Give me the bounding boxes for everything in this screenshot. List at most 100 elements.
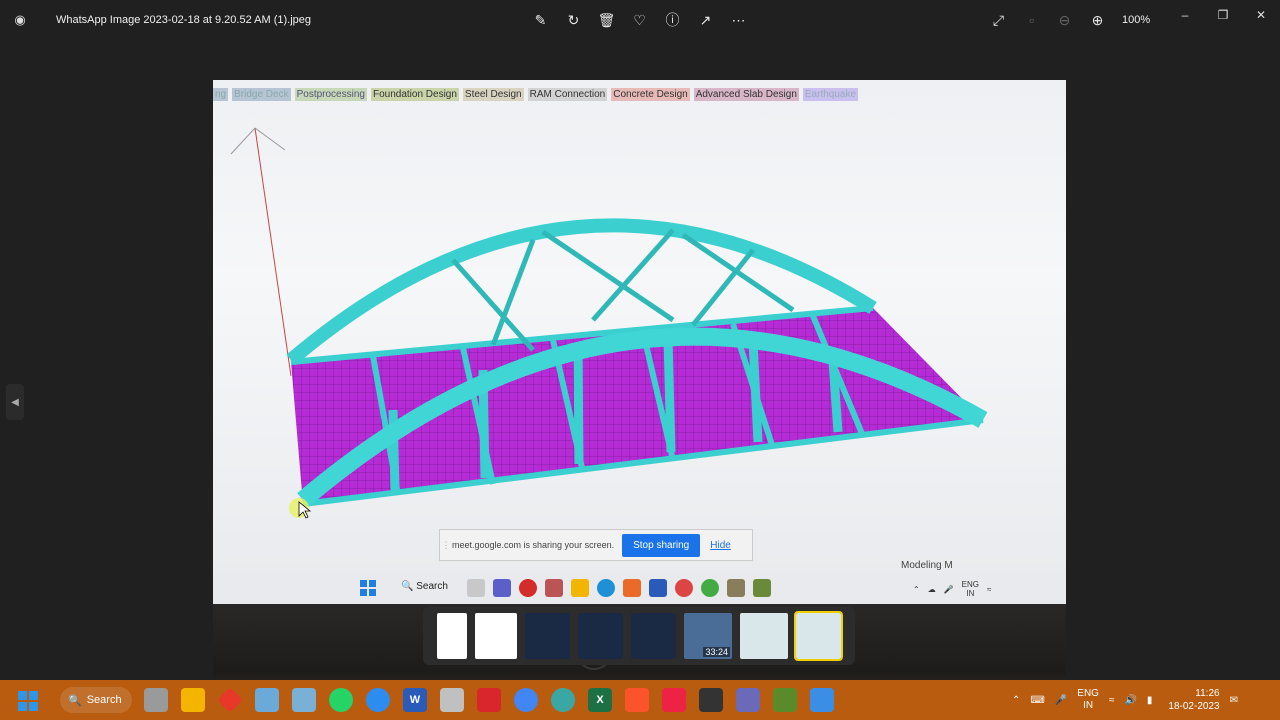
whatsapp-icon[interactable]: [329, 688, 353, 712]
laptop-taskbar-apps: [467, 579, 771, 597]
app-icon: [727, 579, 745, 597]
brave-icon[interactable]: [625, 688, 649, 712]
image-viewer: ◀ ng Bridge Deck Postprocessing Foundati…: [0, 40, 1280, 718]
app-icon[interactable]: [662, 688, 686, 712]
mic-icon: 🎤: [943, 584, 954, 594]
thumbnail[interactable]: [525, 613, 570, 659]
chrome-icon: [701, 579, 719, 597]
search-icon: 🔍: [68, 694, 82, 707]
windows-start-icon: [360, 580, 376, 596]
lang-bottom: IN: [1083, 700, 1094, 711]
windows-taskbar: 🔍 Search W X ⌃ ⌨ 🎤 ENG IN ≈ 🔊 ▮ 11:26 18…: [0, 680, 1280, 720]
task-view-icon[interactable]: [144, 688, 168, 712]
minimize-icon[interactable]: –: [1166, 0, 1204, 30]
notification-icon[interactable]: ✉: [1230, 695, 1238, 706]
selected-thumbnail[interactable]: [794, 611, 843, 661]
info-icon[interactable]: ⓘ: [660, 6, 685, 34]
delete-icon[interactable]: 🗑: [594, 6, 619, 34]
file-name: WhatsApp Image 2023-02-18 at 9.20.52 AM …: [56, 14, 311, 26]
laptop-search: 🔍 Search: [401, 581, 448, 592]
fit-icon[interactable]: ▫: [1019, 6, 1044, 34]
thumbnail[interactable]: [437, 613, 467, 659]
stop-sharing-button[interactable]: Stop sharing: [622, 533, 701, 557]
wifi-icon: ≈: [987, 584, 992, 594]
zoom-level[interactable]: 100%: [1122, 14, 1156, 26]
taskbar-search[interactable]: 🔍 Search: [60, 687, 132, 713]
chevron-up-icon[interactable]: ⌃: [1012, 695, 1020, 706]
app-icon[interactable]: [255, 688, 279, 712]
search-label: Search: [86, 694, 122, 706]
bridge-model: [230, 127, 988, 519]
restore-icon[interactable]: ❐: [1204, 0, 1242, 30]
zoom-in-icon[interactable]: ⊕: [1085, 6, 1110, 34]
rotate-icon[interactable]: ↻: [561, 6, 586, 34]
app-icon[interactable]: [773, 688, 797, 712]
opera-icon: [519, 579, 537, 597]
screen-share-bar: ⋮ meet.google.com is sharing your screen…: [439, 529, 753, 561]
keyboard-icon[interactable]: ⌨: [1030, 695, 1044, 706]
photographed-screen: ng Bridge Deck Postprocessing Foundation…: [213, 80, 1066, 574]
filmstrip: 33:24: [423, 607, 855, 665]
app-icon[interactable]: [217, 687, 243, 713]
app-icon[interactable]: [440, 688, 464, 712]
start-button[interactable]: [18, 691, 38, 711]
terminal-icon[interactable]: [699, 688, 723, 712]
thumbnail[interactable]: [740, 613, 788, 659]
lang-bottom: IN: [966, 589, 975, 598]
axis-triad: [230, 127, 292, 377]
file-explorer-icon[interactable]: [181, 688, 205, 712]
view-tools: ⤢ ▫ ⊖ ⊕ 100%: [986, 6, 1156, 34]
favorite-icon[interactable]: ♡: [627, 6, 652, 34]
hide-link[interactable]: Hide: [710, 540, 731, 551]
word-icon: [649, 579, 667, 597]
fullscreen-icon[interactable]: ⤢: [986, 6, 1011, 34]
video-duration: 33:24: [703, 647, 730, 657]
drag-handle-icon[interactable]: ⋮: [440, 540, 452, 551]
zoom-out-icon[interactable]: ⊖: [1052, 6, 1077, 34]
system-tray: ⌃ ⌨ 🎤 ENG IN ≈ 🔊 ▮ 11:26 18-02-2023 ✉: [1012, 680, 1238, 720]
app-icon[interactable]: [551, 688, 575, 712]
clock-time: 11:26: [1195, 688, 1220, 699]
app-icon: [753, 579, 771, 597]
chrome-icon: [675, 579, 693, 597]
cloud-icon: ☁: [927, 584, 936, 594]
status-text: Modeling M: [901, 560, 953, 571]
lang-top: ENG: [961, 580, 980, 589]
language-indicator[interactable]: ENG IN: [1077, 688, 1099, 712]
battery-icon[interactable]: ▮: [1147, 695, 1153, 706]
lang-top: ENG: [1077, 688, 1099, 699]
mic-icon[interactable]: 🎤: [1055, 695, 1067, 706]
laptop-tray: ⌃ ☁ 🎤 ENG IN ≈: [913, 580, 991, 598]
photos-icon[interactable]: [292, 688, 316, 712]
thumbnail[interactable]: [631, 613, 676, 659]
office-icon: [623, 579, 641, 597]
clock-date: 18-02-2023: [1168, 701, 1220, 712]
chrome-icon[interactable]: [514, 688, 538, 712]
app-icon[interactable]: [736, 688, 760, 712]
laptop-lang: ENG IN: [962, 580, 979, 598]
taskbar-apps: W X: [144, 687, 834, 713]
edit-icon[interactable]: ✎: [528, 6, 553, 34]
wifi-icon[interactable]: ≈: [1109, 695, 1115, 706]
image-toolbar: ✎ ↻ 🗑 ♡ ⓘ ↗ ⋯: [528, 6, 751, 34]
acrobat-icon[interactable]: [477, 688, 501, 712]
volume-icon[interactable]: 🔊: [1124, 695, 1136, 706]
task-view-icon: [467, 579, 485, 597]
share-message: meet.google.com is sharing your screen.: [452, 540, 615, 550]
close-icon[interactable]: ✕: [1242, 0, 1280, 30]
window-controls: – ❐ ✕: [1166, 0, 1280, 30]
more-icon[interactable]: ⋯: [726, 6, 751, 34]
video-thumbnail[interactable]: 33:24: [684, 613, 732, 659]
teamviewer-icon[interactable]: [366, 688, 390, 712]
thumbnail[interactable]: [578, 613, 623, 659]
thumbnail[interactable]: [475, 613, 517, 659]
excel-icon[interactable]: X: [588, 688, 612, 712]
laptop-search-label: Search: [416, 581, 448, 592]
previous-image-button[interactable]: ◀: [6, 384, 24, 420]
clock[interactable]: 11:26 18-02-2023: [1168, 687, 1219, 713]
word-icon[interactable]: W: [403, 688, 427, 712]
chat-icon: [493, 579, 511, 597]
photos-app-icon[interactable]: [810, 688, 834, 712]
title-bar: ◉ WhatsApp Image 2023-02-18 at 9.20.52 A…: [0, 0, 1280, 40]
share-icon[interactable]: ↗: [693, 6, 718, 34]
